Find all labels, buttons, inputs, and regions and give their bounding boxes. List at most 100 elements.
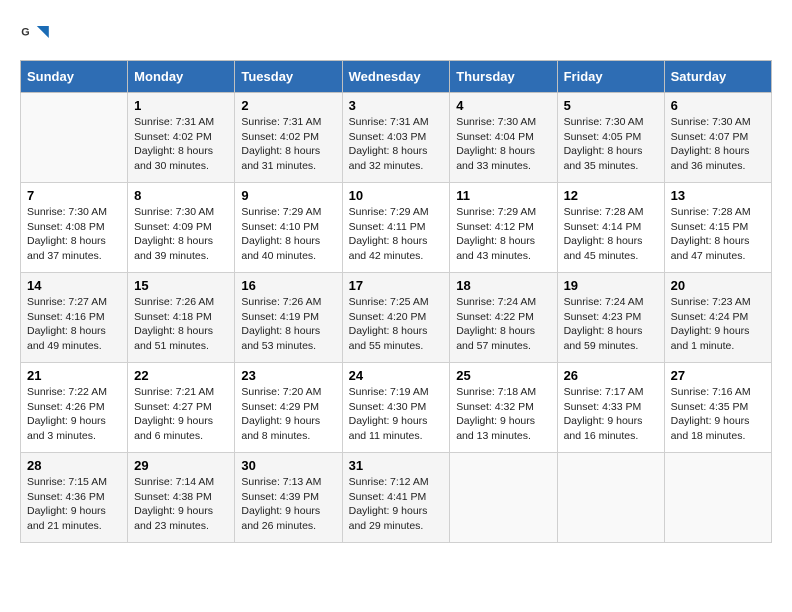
day-cell: 8 Sunrise: 7:30 AM Sunset: 4:09 PM Daylig… bbox=[128, 183, 235, 273]
day-info: Sunrise: 7:31 AM Sunset: 4:02 PM Dayligh… bbox=[134, 115, 228, 174]
day-number: 19 bbox=[564, 278, 658, 293]
day-info: Sunrise: 7:24 AM Sunset: 4:23 PM Dayligh… bbox=[564, 295, 658, 354]
day-cell: 24 Sunrise: 7:19 AM Sunset: 4:30 PM Dayli… bbox=[342, 363, 450, 453]
day-info: Sunrise: 7:23 AM Sunset: 4:24 PM Dayligh… bbox=[671, 295, 765, 354]
day-cell: 10 Sunrise: 7:29 AM Sunset: 4:11 PM Dayli… bbox=[342, 183, 450, 273]
day-number: 30 bbox=[241, 458, 335, 473]
calendar-table: SundayMondayTuesdayWednesdayThursdayFrid… bbox=[20, 60, 772, 543]
day-cell: 4 Sunrise: 7:30 AM Sunset: 4:04 PM Daylig… bbox=[450, 93, 557, 183]
day-cell: 15Sunrise: 7:26 AM Sunset: 4:18 PM Dayli… bbox=[128, 273, 235, 363]
day-info: Sunrise: 7:18 AM Sunset: 4:32 PM Dayligh… bbox=[456, 385, 550, 444]
day-cell: 17 Sunrise: 7:25 AM Sunset: 4:20 PM Dayli… bbox=[342, 273, 450, 363]
day-cell: 16 Sunrise: 7:26 AM Sunset: 4:19 PM Dayli… bbox=[235, 273, 342, 363]
day-cell: 7Sunrise: 7:30 AM Sunset: 4:08 PM Daylig… bbox=[21, 183, 128, 273]
col-header-saturday: Saturday bbox=[664, 61, 771, 93]
day-info: Sunrise: 7:29 AM Sunset: 4:10 PM Dayligh… bbox=[241, 205, 335, 264]
day-cell: 19 Sunrise: 7:24 AM Sunset: 4:23 PM Dayli… bbox=[557, 273, 664, 363]
day-cell: 13 Sunrise: 7:28 AM Sunset: 4:15 PM Dayli… bbox=[664, 183, 771, 273]
header: G bbox=[20, 20, 772, 50]
day-info: Sunrise: 7:15 AM Sunset: 4:36 PM Dayligh… bbox=[27, 475, 121, 534]
day-cell: 12 Sunrise: 7:28 AM Sunset: 4:14 PM Dayli… bbox=[557, 183, 664, 273]
day-number: 18 bbox=[456, 278, 550, 293]
day-number: 6 bbox=[671, 98, 765, 113]
day-info: Sunrise: 7:29 AM Sunset: 4:12 PM Dayligh… bbox=[456, 205, 550, 264]
day-cell: 30 Sunrise: 7:13 AM Sunset: 4:39 PM Dayli… bbox=[235, 453, 342, 543]
day-number: 24 bbox=[349, 368, 444, 383]
week-row-2: 7Sunrise: 7:30 AM Sunset: 4:08 PM Daylig… bbox=[21, 183, 772, 273]
day-number: 2 bbox=[241, 98, 335, 113]
day-info: Sunrise: 7:30 AM Sunset: 4:09 PM Dayligh… bbox=[134, 205, 228, 264]
week-row-1: 1 Sunrise: 7:31 AM Sunset: 4:02 PM Daylig… bbox=[21, 93, 772, 183]
day-number: 29 bbox=[134, 458, 228, 473]
day-number: 13 bbox=[671, 188, 765, 203]
logo: G bbox=[20, 20, 54, 50]
day-cell bbox=[450, 453, 557, 543]
day-info: Sunrise: 7:20 AM Sunset: 4:29 PM Dayligh… bbox=[241, 385, 335, 444]
week-row-4: 21Sunrise: 7:22 AM Sunset: 4:26 PM Dayli… bbox=[21, 363, 772, 453]
day-number: 3 bbox=[349, 98, 444, 113]
col-header-friday: Friday bbox=[557, 61, 664, 93]
day-cell: 26Sunrise: 7:17 AM Sunset: 4:33 PM Dayli… bbox=[557, 363, 664, 453]
col-header-wednesday: Wednesday bbox=[342, 61, 450, 93]
day-info: Sunrise: 7:12 AM Sunset: 4:41 PM Dayligh… bbox=[349, 475, 444, 534]
day-cell: 11 Sunrise: 7:29 AM Sunset: 4:12 PM Dayli… bbox=[450, 183, 557, 273]
day-number: 11 bbox=[456, 188, 550, 203]
day-cell: 14 Sunrise: 7:27 AM Sunset: 4:16 PM Dayli… bbox=[21, 273, 128, 363]
day-number: 22 bbox=[134, 368, 228, 383]
day-info: Sunrise: 7:30 AM Sunset: 4:05 PM Dayligh… bbox=[564, 115, 658, 174]
day-number: 25 bbox=[456, 368, 550, 383]
day-cell: 18 Sunrise: 7:24 AM Sunset: 4:22 PM Dayli… bbox=[450, 273, 557, 363]
day-info: Sunrise: 7:28 AM Sunset: 4:15 PM Dayligh… bbox=[671, 205, 765, 264]
week-row-5: 28 Sunrise: 7:15 AM Sunset: 4:36 PM Dayli… bbox=[21, 453, 772, 543]
day-cell bbox=[664, 453, 771, 543]
day-number: 27 bbox=[671, 368, 765, 383]
day-cell bbox=[557, 453, 664, 543]
day-cell: 6 Sunrise: 7:30 AM Sunset: 4:07 PM Daylig… bbox=[664, 93, 771, 183]
day-cell: 21Sunrise: 7:22 AM Sunset: 4:26 PM Dayli… bbox=[21, 363, 128, 453]
day-number: 7 bbox=[27, 188, 121, 203]
day-cell: 5 Sunrise: 7:30 AM Sunset: 4:05 PM Daylig… bbox=[557, 93, 664, 183]
day-number: 16 bbox=[241, 278, 335, 293]
day-info: Sunrise: 7:26 AM Sunset: 4:18 PM Dayligh… bbox=[134, 295, 228, 354]
col-header-tuesday: Tuesday bbox=[235, 61, 342, 93]
day-info: Sunrise: 7:24 AM Sunset: 4:22 PM Dayligh… bbox=[456, 295, 550, 354]
day-info: Sunrise: 7:28 AM Sunset: 4:14 PM Dayligh… bbox=[564, 205, 658, 264]
day-cell: 3Sunrise: 7:31 AM Sunset: 4:03 PM Daylig… bbox=[342, 93, 450, 183]
day-cell: 22 Sunrise: 7:21 AM Sunset: 4:27 PM Dayli… bbox=[128, 363, 235, 453]
day-number: 14 bbox=[27, 278, 121, 293]
col-header-sunday: Sunday bbox=[21, 61, 128, 93]
day-cell: 20Sunrise: 7:23 AM Sunset: 4:24 PM Dayli… bbox=[664, 273, 771, 363]
day-cell: 9Sunrise: 7:29 AM Sunset: 4:10 PM Daylig… bbox=[235, 183, 342, 273]
day-cell: 29Sunrise: 7:14 AM Sunset: 4:38 PM Dayli… bbox=[128, 453, 235, 543]
day-cell: 23 Sunrise: 7:20 AM Sunset: 4:29 PM Dayli… bbox=[235, 363, 342, 453]
day-info: Sunrise: 7:19 AM Sunset: 4:30 PM Dayligh… bbox=[349, 385, 444, 444]
day-cell: 27Sunrise: 7:16 AM Sunset: 4:35 PM Dayli… bbox=[664, 363, 771, 453]
day-number: 4 bbox=[456, 98, 550, 113]
day-info: Sunrise: 7:25 AM Sunset: 4:20 PM Dayligh… bbox=[349, 295, 444, 354]
day-info: Sunrise: 7:26 AM Sunset: 4:19 PM Dayligh… bbox=[241, 295, 335, 354]
day-number: 28 bbox=[27, 458, 121, 473]
day-cell: 1 Sunrise: 7:31 AM Sunset: 4:02 PM Daylig… bbox=[128, 93, 235, 183]
day-cell: 31 Sunrise: 7:12 AM Sunset: 4:41 PM Dayli… bbox=[342, 453, 450, 543]
day-number: 17 bbox=[349, 278, 444, 293]
day-number: 12 bbox=[564, 188, 658, 203]
col-header-thursday: Thursday bbox=[450, 61, 557, 93]
day-info: Sunrise: 7:29 AM Sunset: 4:11 PM Dayligh… bbox=[349, 205, 444, 264]
week-row-3: 14 Sunrise: 7:27 AM Sunset: 4:16 PM Dayli… bbox=[21, 273, 772, 363]
day-info: Sunrise: 7:30 AM Sunset: 4:07 PM Dayligh… bbox=[671, 115, 765, 174]
header-row: SundayMondayTuesdayWednesdayThursdayFrid… bbox=[21, 61, 772, 93]
day-info: Sunrise: 7:13 AM Sunset: 4:39 PM Dayligh… bbox=[241, 475, 335, 534]
day-cell bbox=[21, 93, 128, 183]
day-info: Sunrise: 7:30 AM Sunset: 4:04 PM Dayligh… bbox=[456, 115, 550, 174]
day-info: Sunrise: 7:21 AM Sunset: 4:27 PM Dayligh… bbox=[134, 385, 228, 444]
day-number: 10 bbox=[349, 188, 444, 203]
day-number: 23 bbox=[241, 368, 335, 383]
day-number: 1 bbox=[134, 98, 228, 113]
col-header-monday: Monday bbox=[128, 61, 235, 93]
day-number: 8 bbox=[134, 188, 228, 203]
day-number: 21 bbox=[27, 368, 121, 383]
day-info: Sunrise: 7:27 AM Sunset: 4:16 PM Dayligh… bbox=[27, 295, 121, 354]
day-number: 31 bbox=[349, 458, 444, 473]
day-cell: 2Sunrise: 7:31 AM Sunset: 4:02 PM Daylig… bbox=[235, 93, 342, 183]
day-number: 5 bbox=[564, 98, 658, 113]
